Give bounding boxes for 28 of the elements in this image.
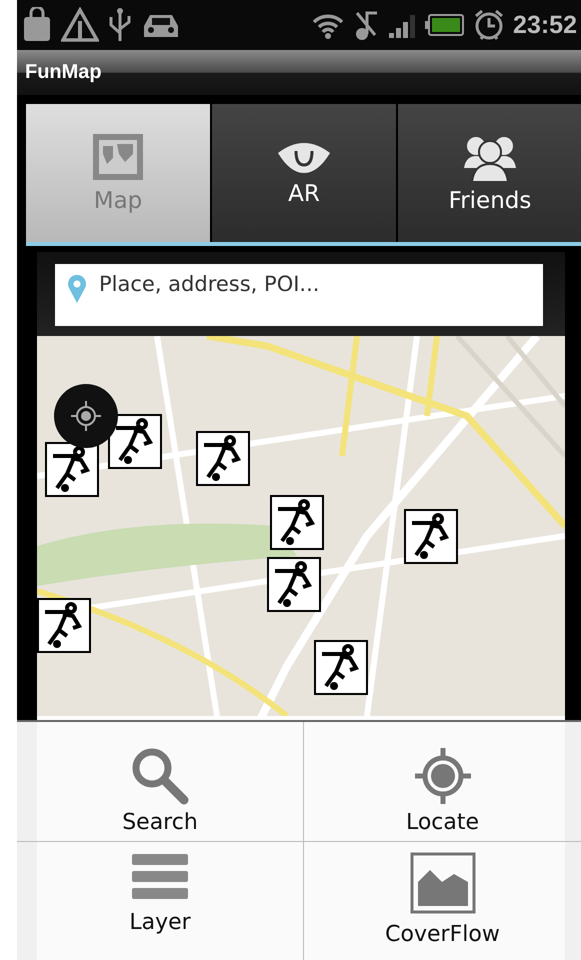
football-player-marker-icon[interactable] [267,557,321,612]
crosshair-icon [69,399,103,433]
menu-item[interactable]: Search [17,722,304,842]
football-player-marker-icon[interactable] [108,414,162,469]
football-player-marker-icon[interactable] [196,431,250,486]
muted-music-icon [353,9,380,41]
map-icon [91,132,145,182]
app-title: FunMap [25,61,102,84]
tab[interactable]: AR [212,104,396,242]
search-icon [130,746,190,806]
tab[interactable]: Friends [398,104,581,242]
football-player-marker-icon[interactable] [404,509,458,564]
usb-icon [107,7,133,43]
warning-icon [61,7,99,43]
search-field[interactable]: Place, address, POI... [55,264,543,326]
crosshair-icon [412,746,472,806]
menu-item[interactable]: Locate [304,722,581,842]
clock-time: 23:52 [513,10,577,40]
football-player-marker-icon[interactable] [270,495,324,550]
alarm-clock-icon [473,8,506,42]
menu-item[interactable]: Layer [17,842,304,960]
football-player-marker-icon[interactable] [37,598,91,653]
layers-icon [130,852,190,902]
football-player-marker-icon[interactable] [45,442,99,497]
image-icon [410,852,476,914]
menu-item[interactable]: CoverFlow [304,842,581,960]
football-player-marker-icon[interactable] [314,640,368,695]
battery-icon [425,13,466,37]
